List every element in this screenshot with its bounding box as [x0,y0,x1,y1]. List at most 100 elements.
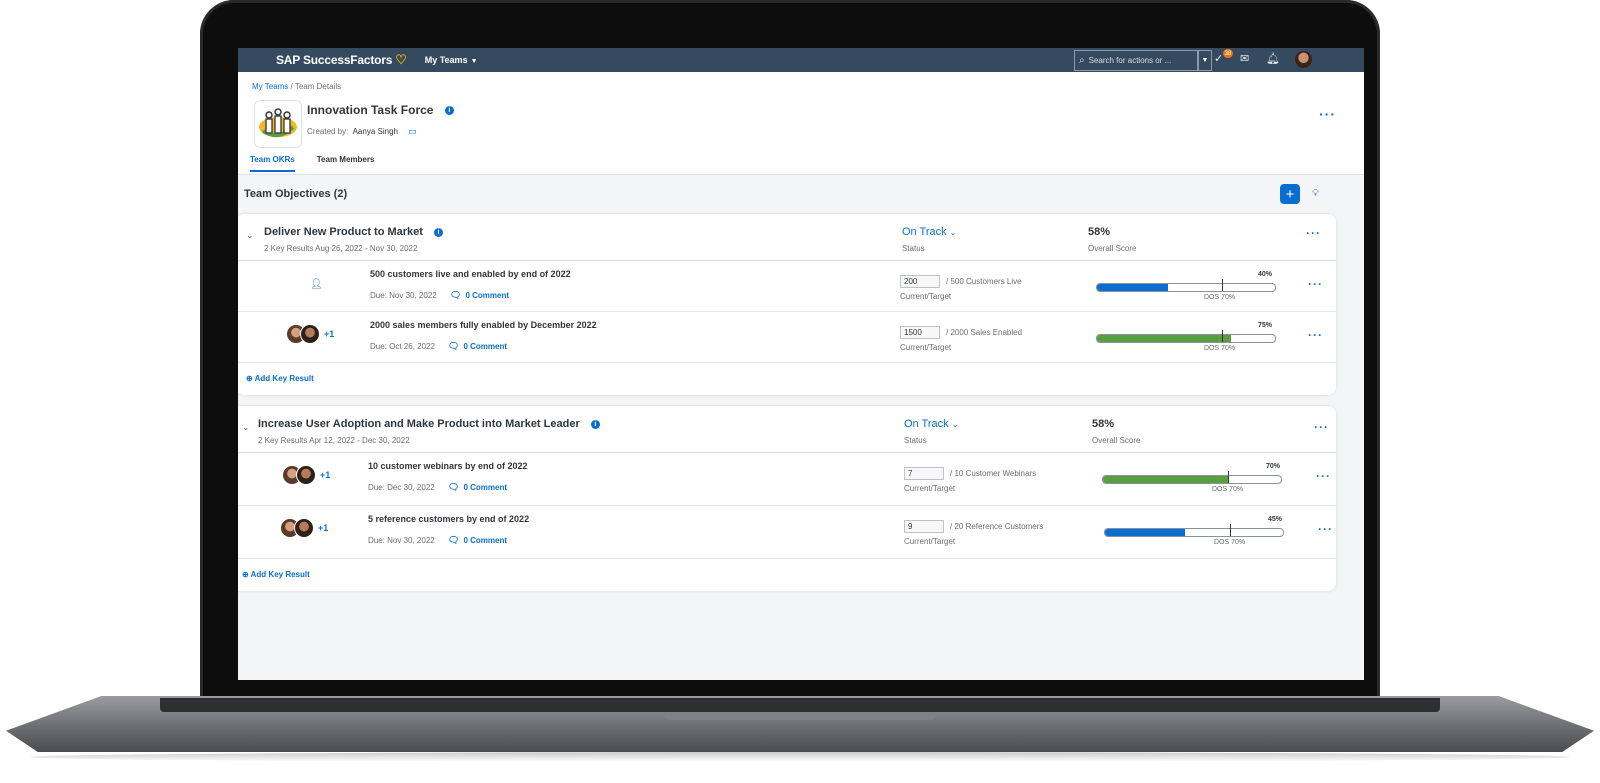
objective-title[interactable]: Increase User Adoption and Make Product … [258,418,600,430]
comment-link[interactable]: 🗨︎ 0 Comment [448,535,507,546]
objective-more-button[interactable]: ··· [1314,420,1329,434]
key-result-more-button[interactable]: ··· [1308,277,1323,291]
progress-bar [1096,283,1276,292]
team-name: Innovation Task Force [307,103,434,117]
user-avatar[interactable] [1295,51,1312,68]
status-value: On Track [904,418,949,430]
app-logo[interactable]: SAP SuccessFactors ♡ [276,52,407,68]
progress-bar [1104,528,1284,537]
progress-bar [1102,475,1282,484]
chat-icon[interactable]: ✉ [1240,52,1249,65]
comment-link[interactable]: 🗨︎ 0 Comment [448,482,507,493]
comment-link[interactable]: 🗨︎ 0 Comment [450,290,509,301]
comment-icon: 🗨︎ [448,341,460,351]
key-result-title[interactable]: 2000 sales members fully enabled by Dece… [370,320,597,330]
comment-icon: 🗨︎ [450,290,462,300]
tab-team-members[interactable]: Team Members [317,152,375,172]
add-key-result-label: Add Key Result [250,570,310,579]
current-value-input[interactable]: 9 [904,520,944,533]
section-title: Team Objectives (2) [244,188,348,200]
owner-avatars[interactable]: +1 [280,518,328,538]
avatar [300,324,320,344]
my-teams-menu[interactable]: My Teams ▼ [425,55,478,65]
key-result-title[interactable]: 10 customer webinars by end of 2022 [368,461,528,471]
breadcrumb-current: Team Details [294,82,342,91]
my-teams-menu-label: My Teams [424,55,468,65]
info-icon[interactable]: i [434,227,443,237]
heart-icon: ♡ [395,52,407,67]
key-result-title[interactable]: 500 customers live and enabled by end of… [370,269,571,279]
objective-more-button[interactable]: ··· [1306,226,1321,240]
key-result-due: Due: Oct 26, 2022 [370,342,435,351]
current-value-input[interactable]: 200 [900,275,940,288]
chevron-down-icon[interactable]: ⌄ [246,230,254,241]
current-target-label: Current/Target [900,343,952,352]
objective-meta: 2 Key Results Aug 26, 2022 - Nov 30, 202… [264,244,418,253]
page-title: Innovation Task Force i [307,103,454,117]
comment-icon: 🗨︎ [448,482,460,492]
add-circle-icon: ⊕ [246,374,253,383]
objective-title[interactable]: Deliver New Product to Market i [264,226,443,238]
key-result-due: Due: Nov 30, 2022 [368,536,435,545]
comment-link-text: 0 Comment [463,536,507,545]
status-label: Status [902,244,925,253]
owner-avatars[interactable]: +1 [286,324,334,344]
objective-meta: 2 Key Results Apr 12, 2022 - Dec 30, 202… [258,436,410,445]
progress-percent: 75% [1258,322,1273,329]
objective-title-text: Increase User Adoption and Make Product … [258,418,580,430]
more-owners-count[interactable]: +1 [320,470,330,480]
key-result-due: Due: Nov 30, 2022 [370,291,437,300]
key-result-due: Due: Dec 30, 2022 [368,483,435,492]
search-scope-dropdown[interactable]: ▼ [1198,50,1212,71]
notification-count-badge: 38 [1223,49,1233,58]
avatar [294,518,314,538]
comment-link-text: 0 Comment [463,342,507,351]
objective-header: ⌄ Deliver New Product to Market i 2 Key … [238,214,1336,261]
approvals-icon[interactable]: ✓ [1214,52,1223,65]
key-result-more-button[interactable]: ··· [1308,328,1323,342]
add-key-result-label: Add Key Result [254,374,314,383]
key-result-row: +1 10 customer webinars by end of 2022 D… [238,453,1336,506]
info-icon[interactable]: i [444,106,454,116]
status-dropdown[interactable]: On Track ⌄ [902,226,956,238]
caret-down-icon: ▼ [470,58,478,65]
breadcrumb-separator: / [290,82,293,91]
add-key-result-row: ⊕ Add Key Result [238,559,1336,591]
add-owner-icon[interactable]: 👤︎ [310,279,323,290]
more-owners-count[interactable]: +1 [318,523,328,533]
screen: SAP SuccessFactors ♡ My Teams ▼ ⌕ Search f… [238,48,1364,680]
header-more-button[interactable]: ··· [1319,106,1336,122]
status-dropdown[interactable]: On Track ⌄ [904,418,958,430]
comment-link[interactable]: 🗨︎ 0 Comment [448,341,507,352]
overall-score-value: 58% [1088,226,1111,238]
breadcrumb-my-teams[interactable]: My Teams [252,82,288,91]
progress-percent: 40% [1258,271,1273,278]
current-value-input[interactable]: 1500 [900,326,940,339]
key-result-more-button[interactable]: ··· [1316,469,1331,483]
progress-percent: 70% [1266,463,1281,470]
target-value: / 2000 Sales Enabled [946,328,1023,337]
current-target-label: Current/Target [900,292,952,301]
lightbulb-icon[interactable]: 💡︎ [1312,188,1319,199]
info-icon[interactable]: i [590,419,600,429]
dos-label: DOS 70% [1214,539,1246,546]
search-input[interactable]: ⌕ Search for actions or ... [1074,50,1198,71]
business-card-icon[interactable]: ▭ [408,126,417,136]
objective-card: ⌄ Increase User Adoption and Make Produc… [238,406,1336,591]
more-owners-count[interactable]: +1 [324,329,334,339]
current-value-input[interactable]: 7 [904,467,944,480]
key-result-more-button[interactable]: ··· [1318,522,1333,536]
add-key-result-button[interactable]: ⊕ Add Key Result [242,570,310,579]
add-key-result-button[interactable]: ⊕ Add Key Result [246,374,314,383]
key-result-title[interactable]: 5 reference customers by end of 2022 [368,514,529,524]
dos-label: DOS 70% [1204,294,1236,301]
tab-team-okrs[interactable]: Team OKRs [250,152,295,172]
chevron-down-icon[interactable]: ⌄ [242,422,250,433]
add-objective-button[interactable]: + [1280,184,1300,204]
app-logo-text: SAP SuccessFactors [276,53,393,67]
key-result-row: +1 5 reference customers by end of 2022 … [238,506,1336,559]
bell-icon[interactable]: 🔔︎ [1266,52,1280,65]
owner-avatars[interactable]: +1 [282,465,330,485]
target-value: / 500 Customers Live [946,277,1022,286]
progress-bar-fill [1097,284,1169,291]
